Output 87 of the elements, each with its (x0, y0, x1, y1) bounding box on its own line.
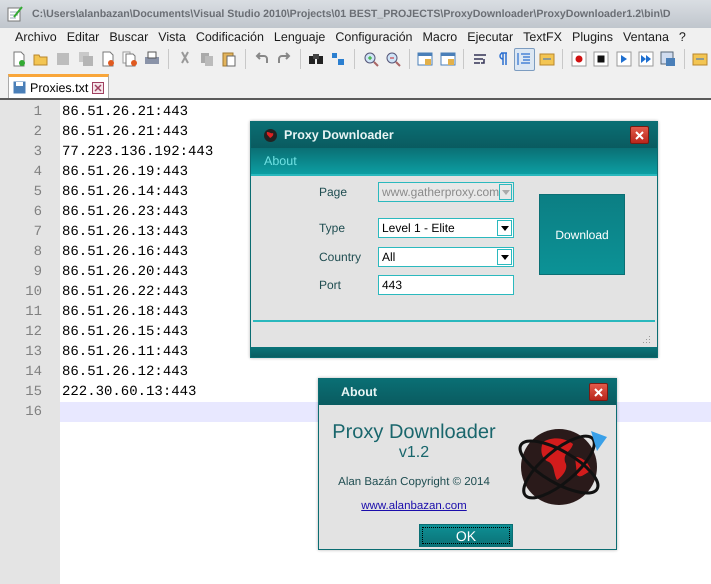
line-number: 15 (24, 384, 42, 400)
menu-item[interactable]: Ejecutar (462, 30, 518, 44)
line-number: 1 (32, 104, 42, 120)
dialog-title: About (340, 385, 378, 399)
closeall-icon (122, 51, 138, 67)
version-label: v1.2 (398, 444, 430, 462)
line-number: 9 (32, 264, 42, 280)
dropdown[interactable]: Level 1 - Elite (378, 218, 514, 238)
close-icon (100, 51, 116, 67)
indent-icon (516, 51, 532, 67)
website-link[interactable]: www.alanbazan.com (361, 500, 467, 512)
close-icon[interactable] (92, 82, 104, 94)
line-number: 6 (32, 204, 42, 220)
close-button[interactable] (589, 383, 608, 401)
menu-item[interactable]: Ventana (618, 30, 674, 44)
menu-item[interactable]: Archivo (10, 30, 62, 44)
code-line: 86.51.26.11:443 (62, 344, 188, 360)
line-number: 8 (32, 244, 42, 260)
line-number: 2 (32, 124, 42, 140)
line-number: 7 (32, 224, 42, 240)
stop-icon (593, 51, 610, 67)
line-number: 5 (32, 184, 42, 200)
code-line: 86.51.26.22:443 (62, 284, 188, 300)
resize-grip-icon[interactable] (641, 334, 651, 344)
input-field[interactable]: 443 (378, 275, 514, 295)
code-line: 222.30.60.13:443 (62, 384, 196, 400)
menu-item[interactable]: TextFX (518, 30, 568, 44)
close-icon (635, 130, 644, 140)
code-line: 86.51.26.19:443 (62, 164, 188, 180)
menu-item[interactable]: Plugins (567, 30, 618, 44)
new-icon (10, 51, 27, 67)
line-number: 13 (24, 344, 42, 360)
download-button[interactable]: Download (539, 194, 625, 275)
menu-item[interactable]: Lenguaje (268, 30, 330, 44)
code-line: 86.51.26.16:443 (62, 244, 188, 260)
ok-button[interactable]: OK (419, 524, 513, 547)
window-title: C:\Users\alanbazan\Documents\Visual Studio 2010\Projects\01 BEST_PROJECTS\ProxyDownloader\ProxyDownloader1.2\bin\D (32, 8, 671, 20)
code-line: 86.51.26.13:443 (62, 224, 188, 240)
line-number: 12 (24, 324, 42, 340)
dropdown[interactable]: All (378, 247, 514, 267)
app-name: Proxy Downloader (332, 421, 496, 444)
field-label: Page (319, 184, 348, 201)
menu-item[interactable]: Codificación (190, 30, 269, 44)
line-number: 16 (24, 404, 42, 420)
copyright-text: Alan Bazán Copyright © 2014 (338, 476, 490, 488)
menu-item[interactable]: Configuración (330, 30, 418, 44)
code-line: 86.51.26.18:443 (62, 304, 188, 320)
field-label: Port (319, 277, 342, 294)
find-icon (308, 51, 324, 67)
code-line: 86.51.26.21:443 (62, 124, 188, 140)
menu-item[interactable]: Editar (62, 30, 104, 44)
code-line: 86.51.26.12:443 (62, 364, 188, 380)
caret-icon (500, 226, 508, 230)
zoomout-icon (384, 51, 401, 67)
file-tab[interactable]: Proxies.txt (8, 74, 110, 98)
close-icon (594, 388, 603, 396)
print-icon (144, 51, 160, 67)
line-number: 4 (32, 164, 42, 180)
play-icon (616, 51, 632, 67)
code-line: 77.223.136.192:443 (62, 144, 214, 160)
line-number: 10 (24, 284, 42, 300)
record-icon (570, 51, 587, 67)
code-line: 86.51.26.15:443 (62, 324, 188, 340)
caret-icon (500, 254, 508, 260)
code-line: 86.51.26.23:443 (62, 204, 188, 220)
copy-icon (198, 51, 215, 67)
menu-item[interactable]: ? (674, 30, 691, 44)
menu-item[interactable]: Macro (418, 30, 462, 44)
line-number: 14 (24, 364, 42, 380)
menu-item[interactable]: Vista (153, 30, 191, 44)
field-label: Type (319, 220, 346, 237)
code-line: 86.51.26.14:443 (62, 184, 188, 200)
code-line: 86.51.26.20:443 (62, 264, 188, 280)
menu-item[interactable]: Buscar (104, 30, 154, 44)
code-line: 86.51.26.21:443 (62, 104, 188, 120)
zoomin-icon (362, 51, 379, 67)
globe-icon (263, 128, 278, 142)
close-button[interactable] (630, 126, 649, 144)
paste-icon (221, 51, 238, 67)
playmulti-icon (638, 51, 654, 67)
window-title: Proxy Downloader (284, 128, 395, 142)
line-number: 11 (24, 304, 42, 320)
caret-icon (502, 190, 510, 194)
floppy-icon (13, 81, 26, 94)
field-label: Country (319, 249, 362, 266)
line-number: 3 (32, 144, 42, 160)
notepad-icon (6, 5, 24, 23)
